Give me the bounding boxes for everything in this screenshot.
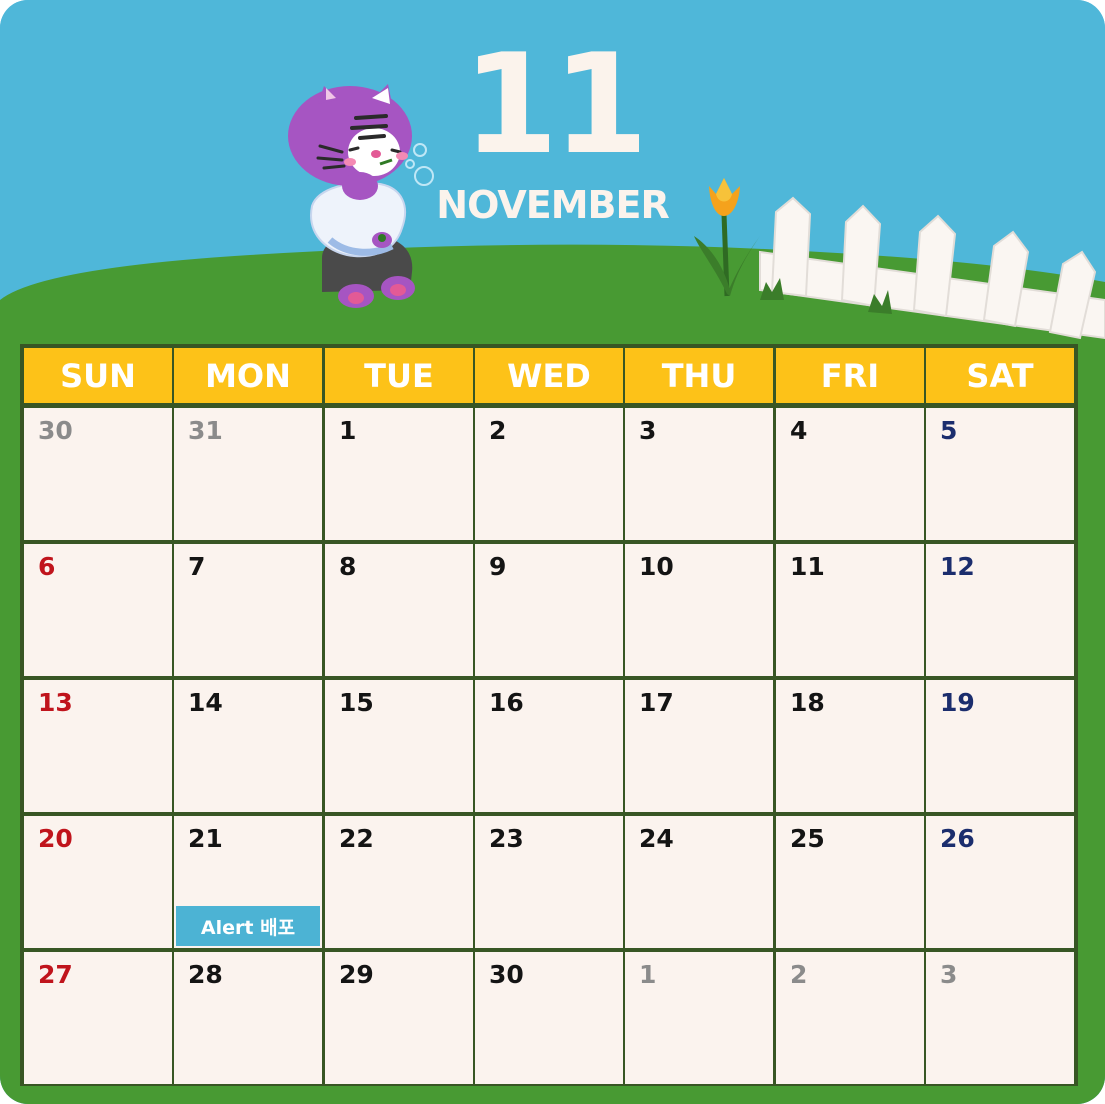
day-number: 11 xyxy=(790,552,825,581)
day-cell[interactable]: 2 xyxy=(776,952,924,1084)
day-cell[interactable]: 11 xyxy=(776,544,924,676)
day-number: 10 xyxy=(639,552,674,581)
day-number: 23 xyxy=(489,824,524,853)
day-number: 13 xyxy=(38,688,73,717)
day-cell[interactable]: 21 Alert 배포 xyxy=(174,816,322,948)
day-cell[interactable]: 15 xyxy=(325,680,473,812)
day-cell[interactable]: 6 xyxy=(24,544,172,676)
month-name: NOVEMBER xyxy=(436,183,669,227)
day-cell[interactable]: 17 xyxy=(625,680,773,812)
day-number: 20 xyxy=(38,824,73,853)
day-number: 31 xyxy=(188,416,223,445)
day-number: 3 xyxy=(639,416,657,445)
day-number: 12 xyxy=(940,552,975,581)
day-cell[interactable]: 14 xyxy=(174,680,322,812)
day-number: 28 xyxy=(188,960,223,989)
day-number: 29 xyxy=(339,960,374,989)
day-number: 6 xyxy=(38,552,56,581)
weekday-header-wed: WED xyxy=(475,348,623,403)
day-number: 30 xyxy=(489,960,524,989)
day-number: 17 xyxy=(639,688,674,717)
weekday-header-fri: FRI xyxy=(776,348,924,403)
weekday-header-sun: SUN xyxy=(24,348,172,403)
day-number: 2 xyxy=(790,960,808,989)
day-cell[interactable]: 18 xyxy=(776,680,924,812)
day-cell[interactable]: 13 xyxy=(24,680,172,812)
day-cell[interactable]: 9 xyxy=(475,544,623,676)
calendar-card: 11 NOVEMBER SUN MON TUE WED THU FRI SAT 30 31 1 2 3… xyxy=(0,0,1105,1104)
day-number: 24 xyxy=(639,824,674,853)
day-number: 8 xyxy=(339,552,357,581)
day-cell[interactable]: 10 xyxy=(625,544,773,676)
day-cell[interactable]: 23 xyxy=(475,816,623,948)
day-number: 19 xyxy=(940,688,975,717)
day-number: 1 xyxy=(339,416,357,445)
day-cell[interactable]: 1 xyxy=(625,952,773,1084)
day-cell[interactable]: 2 xyxy=(475,408,623,540)
day-cell[interactable]: 19 xyxy=(926,680,1074,812)
day-cell[interactable]: 26 xyxy=(926,816,1074,948)
day-cell[interactable]: 4 xyxy=(776,408,924,540)
day-number: 16 xyxy=(489,688,524,717)
day-cell[interactable]: 8 xyxy=(325,544,473,676)
day-cell[interactable]: 20 xyxy=(24,816,172,948)
weekday-header-tue: TUE xyxy=(325,348,473,403)
day-number: 9 xyxy=(489,552,507,581)
day-number: 21 xyxy=(188,824,223,853)
weekday-header-thu: THU xyxy=(625,348,773,403)
day-cell[interactable]: 31 xyxy=(174,408,322,540)
day-cell[interactable]: 16 xyxy=(475,680,623,812)
day-cell[interactable]: 25 xyxy=(776,816,924,948)
day-number: 15 xyxy=(339,688,374,717)
day-number: 18 xyxy=(790,688,825,717)
day-number: 3 xyxy=(940,960,958,989)
day-number: 26 xyxy=(940,824,975,853)
day-cell[interactable]: 24 xyxy=(625,816,773,948)
day-cell[interactable]: 5 xyxy=(926,408,1074,540)
day-cell[interactable]: 3 xyxy=(926,952,1074,1084)
weekday-header-mon: MON xyxy=(174,348,322,403)
weekday-header-sat: SAT xyxy=(926,348,1074,403)
day-number: 27 xyxy=(38,960,73,989)
day-cell[interactable]: 28 xyxy=(174,952,322,1084)
day-number: 22 xyxy=(339,824,374,853)
day-number: 5 xyxy=(940,416,958,445)
day-number: 1 xyxy=(639,960,657,989)
day-number: 14 xyxy=(188,688,223,717)
event-chip-alert[interactable]: Alert 배포 xyxy=(176,906,320,946)
day-cell[interactable]: 27 xyxy=(24,952,172,1084)
day-cell[interactable]: 7 xyxy=(174,544,322,676)
calendar-grid: SUN MON TUE WED THU FRI SAT 30 31 1 2 3 4 5 6 7 8 9 10 11 12… xyxy=(20,344,1078,1086)
day-cell[interactable]: 12 xyxy=(926,544,1074,676)
day-number: 25 xyxy=(790,824,825,853)
day-number: 7 xyxy=(188,552,206,581)
day-cell[interactable]: 30 xyxy=(475,952,623,1084)
day-cell[interactable]: 29 xyxy=(325,952,473,1084)
day-cell[interactable]: 30 xyxy=(24,408,172,540)
day-number: 4 xyxy=(790,416,808,445)
day-cell[interactable]: 3 xyxy=(625,408,773,540)
day-number: 30 xyxy=(38,416,73,445)
day-cell[interactable]: 1 xyxy=(325,408,473,540)
month-number: 11 xyxy=(462,24,648,185)
day-number: 2 xyxy=(489,416,507,445)
day-cell[interactable]: 22 xyxy=(325,816,473,948)
